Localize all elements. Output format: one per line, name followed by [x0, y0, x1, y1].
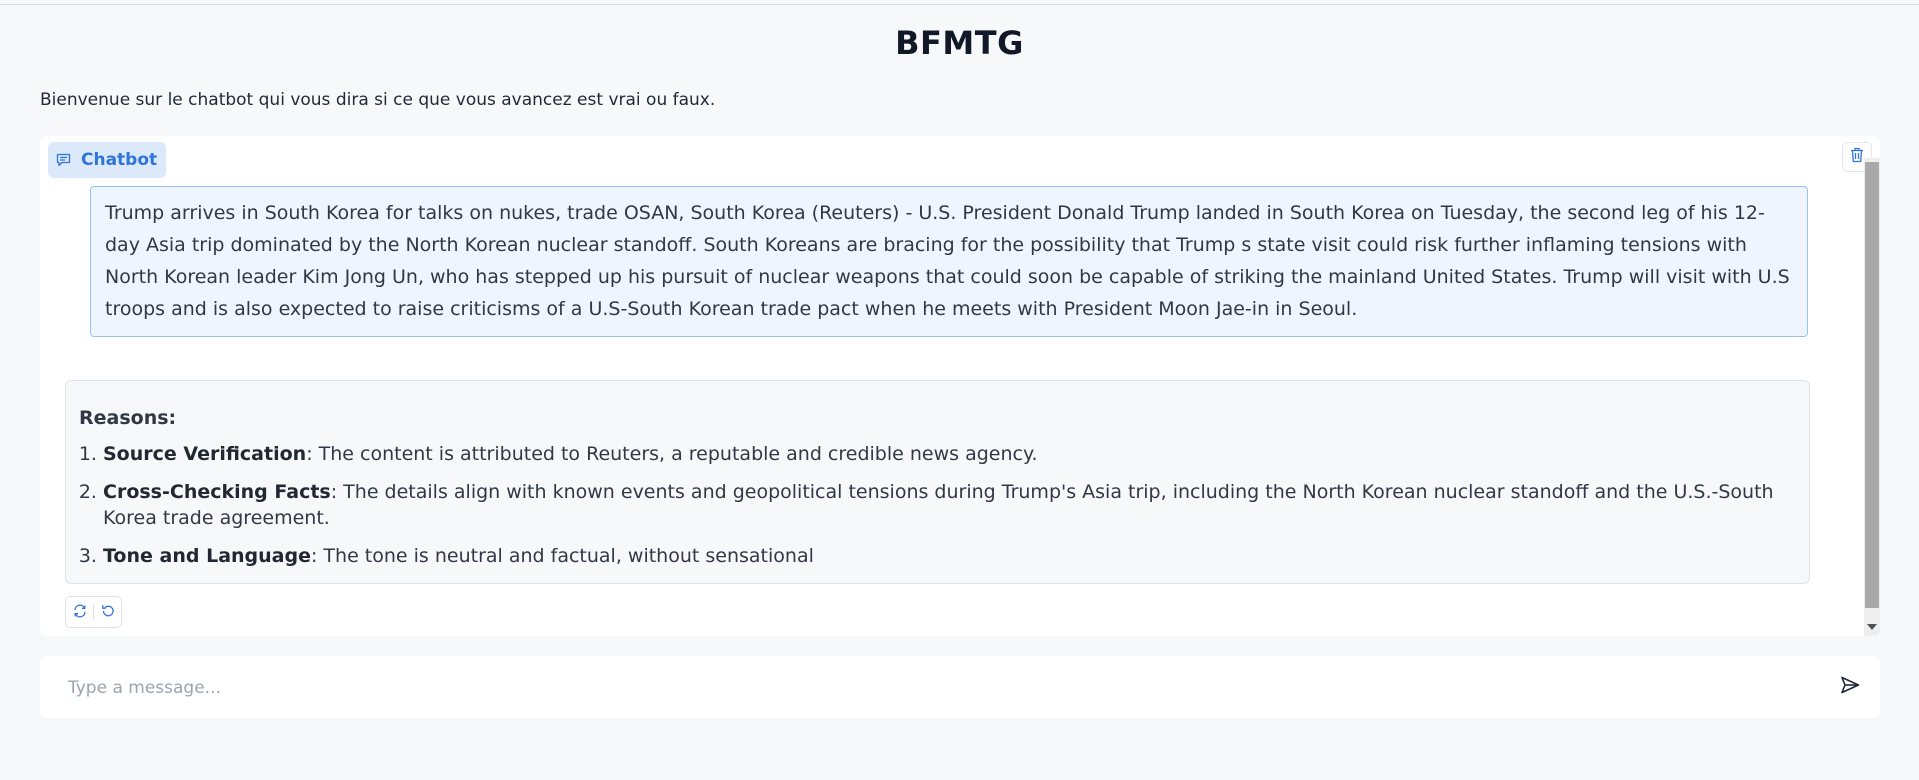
reasons-list: Source Verification: The content is attr…: [79, 441, 1796, 569]
reasons-heading: Reasons:: [79, 407, 177, 429]
retry-icon: [73, 603, 87, 622]
message-input[interactable]: [66, 656, 1810, 720]
bot-message: Reasons: Source Verification: The conten…: [65, 380, 1810, 584]
undo-button[interactable]: [94, 598, 121, 626]
user-message: Trump arrives in South Korea for talks o…: [90, 186, 1808, 337]
undo-icon: [101, 603, 115, 622]
scrollbar-thumb[interactable]: [1865, 162, 1879, 608]
reason-item: Source Verification: The content is attr…: [103, 441, 1796, 467]
chat-icon: [56, 153, 71, 167]
reason-text: : The tone is neutral and factual, witho…: [310, 545, 814, 567]
page-subtitle: Bienvenue sur le chatbot qui vous dira s…: [40, 90, 716, 110]
chatbot-panel: Chatbot Trump arrives in South Korea for…: [40, 136, 1880, 636]
retry-button[interactable]: [66, 598, 93, 626]
reason-title: Tone and Language: [103, 545, 311, 567]
reason-title: Cross-Checking Facts: [103, 481, 331, 503]
reason-item: Tone and Language: The tone is neutral a…: [103, 543, 1796, 569]
reason-text: : The details align with known events an…: [103, 481, 1774, 529]
chatbot-label-text: Chatbot: [81, 150, 158, 170]
send-icon: [1840, 676, 1860, 698]
page-title: BFMTG: [895, 24, 1024, 62]
scroll-down-arrow-icon[interactable]: [1867, 624, 1877, 630]
reason-text: : The content is attributed to Reuters, …: [306, 443, 1038, 465]
reason-title: Source Verification: [103, 443, 307, 465]
chat-scrollbar[interactable]: [1864, 158, 1880, 636]
message-input-bar: [40, 656, 1880, 720]
trash-icon: [1850, 147, 1864, 167]
reason-item: Cross-Checking Facts: The details align …: [103, 479, 1796, 531]
send-button[interactable]: [1836, 673, 1864, 701]
top-divider: [0, 4, 1919, 5]
message-actions: [65, 596, 122, 628]
chatbot-label: Chatbot: [48, 142, 167, 178]
